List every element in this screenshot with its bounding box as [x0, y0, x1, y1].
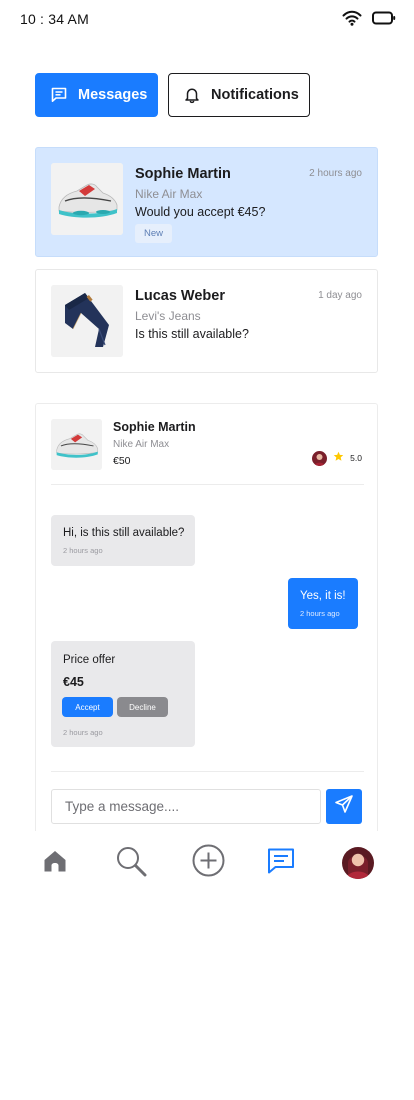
nav-add[interactable]: [191, 844, 225, 882]
conversation-product: Nike Air Max: [135, 187, 203, 201]
conversation-product: Levi's Jeans: [135, 309, 201, 323]
message-bubble-incoming: Hi, is this still available? 2 hours ago: [51, 515, 195, 566]
nav-profile[interactable]: [341, 846, 375, 880]
tab-notifications[interactable]: Notifications: [168, 73, 310, 117]
message-time: 2 hours ago: [63, 546, 103, 555]
conversation-name: Lucas Weber: [135, 288, 225, 304]
bell-icon: [183, 86, 201, 104]
conversation-item-sophie[interactable]: Sophie Martin 2 hours ago Nike Air Max W…: [35, 147, 378, 257]
message-text: Yes, it is!: [300, 590, 346, 602]
chat-panel: Sophie Martin Nike Air Max €50 5.0 Hi, i…: [35, 403, 378, 831]
seller-info: 5.0: [312, 449, 362, 467]
status-icons: [342, 10, 396, 31]
message-text: Hi, is this still available?: [63, 527, 185, 539]
conversation-message: Would you accept €45?: [135, 205, 266, 219]
jeans-image: [51, 285, 123, 357]
conversation-name: Sophie Martin: [135, 166, 231, 182]
chat-icon: [50, 86, 68, 104]
nav-messages[interactable]: [264, 846, 298, 880]
chat-contact-name: Sophie Martin: [113, 420, 196, 434]
tab-bar: Messages Notifications: [35, 73, 310, 117]
search-icon: [115, 845, 147, 882]
star-icon: [333, 449, 344, 467]
send-icon: [334, 794, 354, 819]
conversation-message: Is this still available?: [135, 327, 249, 341]
message-time: 2 hours ago: [63, 728, 103, 737]
conversation-time: 2 hours ago: [309, 168, 362, 179]
wifi-icon: [342, 10, 362, 31]
sneaker-image: [51, 419, 102, 470]
message-bubble-outgoing: Yes, it is! 2 hours ago: [288, 578, 358, 629]
offer-title: Price offer: [63, 654, 116, 666]
battery-icon: [372, 11, 396, 30]
tab-messages-label: Messages: [78, 87, 148, 103]
price-offer-bubble: Price offer €45 Accept Decline 2 hours a…: [51, 641, 195, 747]
tab-messages[interactable]: Messages: [35, 73, 158, 117]
home-icon: [41, 847, 69, 880]
avatar: [342, 847, 374, 879]
divider: [51, 484, 364, 485]
tab-notifications-label: Notifications: [211, 87, 299, 103]
conversation-time: 1 day ago: [318, 290, 362, 301]
message-input[interactable]: [51, 789, 321, 824]
chat-product-price: €50: [113, 455, 131, 467]
conversation-item-lucas[interactable]: Lucas Weber 1 day ago Levi's Jeans Is th…: [35, 269, 378, 373]
decline-offer-button[interactable]: Decline: [117, 697, 168, 717]
accept-offer-button[interactable]: Accept: [62, 697, 113, 717]
chat-icon: [266, 846, 296, 881]
send-button[interactable]: [326, 789, 362, 824]
nav-home[interactable]: [38, 846, 72, 880]
nav-search[interactable]: [114, 846, 148, 880]
status-time: 10 : 34 AM: [20, 11, 89, 27]
avatar[interactable]: [312, 450, 328, 466]
status-bar: 10 : 34 AM: [0, 0, 414, 38]
plus-circle-icon: [192, 844, 225, 882]
message-time: 2 hours ago: [300, 609, 340, 618]
seller-rating: 5.0: [350, 453, 362, 463]
bottom-nav: [0, 832, 414, 894]
divider: [51, 771, 364, 772]
new-badge: New: [135, 224, 173, 243]
offer-amount: €45: [63, 675, 84, 689]
sneaker-image: [51, 163, 123, 235]
chat-product-name: Nike Air Max: [113, 439, 170, 450]
